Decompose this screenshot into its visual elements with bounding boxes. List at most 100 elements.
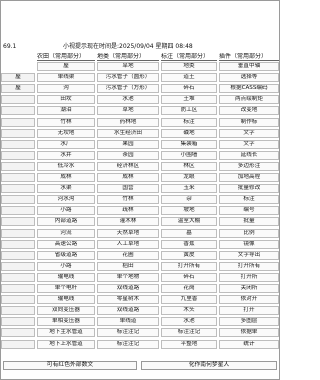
command-button[interactable]: 地下主水管道 [37, 328, 95, 338]
command-button[interactable]: 水生经济田 [97, 128, 159, 138]
tab-land-type[interactable]: 地类（常用部分） [97, 53, 159, 61]
left-stub-button[interactable] [1, 328, 35, 338]
command-button[interactable]: 花岗 [161, 284, 217, 293]
command-button[interactable]: 单相变压器 [37, 317, 95, 327]
left-stub-button[interactable] [1, 195, 35, 205]
command-button[interactable]: 林区 [161, 161, 217, 171]
left-stub-button[interactable] [1, 173, 35, 182]
command-button[interactable]: 关闭所 [219, 284, 279, 293]
command-button[interactable]: 水池 [97, 95, 159, 105]
command-button[interactable]: 单线渠 [37, 73, 95, 83]
command-button[interactable]: 两点绘制矩 [219, 95, 279, 105]
command-button[interactable]: 成林 [37, 173, 95, 182]
command-button[interactable]: 旱地 [97, 62, 159, 71]
command-button[interactable]: 湖泊 [37, 106, 95, 116]
command-button[interactable]: 天然草地 [97, 228, 159, 238]
left-stub-button[interactable] [1, 228, 35, 238]
command-button[interactable]: 镜像 [219, 239, 279, 249]
command-button[interactable]: 香蕉 [161, 239, 217, 249]
command-button[interactable]: 沟 [37, 84, 95, 94]
command-button[interactable]: 标注注记 [97, 328, 159, 338]
left-stub-button[interactable] [1, 272, 35, 282]
command-button[interactable]: 统计 [219, 339, 279, 349]
command-button[interactable]: 批量 [219, 217, 279, 227]
command-button[interactable]: 竹林 [97, 195, 159, 205]
command-button[interactable]: 多边形注 [219, 161, 279, 171]
command-button[interactable]: 垂直中轴 [219, 62, 279, 71]
command-button[interactable]: 标注 [161, 117, 217, 127]
command-button[interactable]: 稻田 [97, 261, 159, 271]
command-button[interactable]: 文字导出 [219, 250, 279, 260]
command-button[interactable]: 制作标 [219, 117, 279, 127]
command-button[interactable]: 屋 [37, 62, 95, 71]
command-button[interactable]: 草地 [97, 106, 159, 116]
command-button[interactable]: 花圃 [97, 250, 159, 260]
command-button[interactable]: 多图层 [219, 317, 279, 327]
command-button[interactable]: 墓 [161, 228, 217, 238]
command-button[interactable]: 标注 [219, 195, 279, 205]
command-button[interactable]: 根据CASS编码 [219, 84, 279, 94]
command-button[interactable]: 内部道路 [37, 217, 95, 227]
left-stub-button[interactable] [1, 95, 35, 105]
command-button[interactable]: 集装箱 [161, 139, 217, 149]
command-button[interactable]: 延线长 [219, 150, 279, 160]
command-button[interactable]: 比例 [219, 228, 279, 238]
left-stub-button[interactable] [1, 161, 35, 171]
left-stub-button[interactable] [1, 106, 35, 116]
command-button[interactable]: 编号 [219, 206, 279, 216]
command-button[interactable]: 打开所 [219, 272, 279, 282]
command-button[interactable]: 九里香 [161, 295, 217, 305]
command-button[interactable]: 双向变压器 [37, 306, 95, 316]
command-button[interactable]: 加地高程 [219, 173, 279, 182]
left-stub-button[interactable] [1, 250, 35, 260]
command-button[interactable]: 木头 [161, 306, 217, 316]
command-button[interactable]: 碱地 [161, 128, 217, 138]
left-stub-button[interactable] [1, 184, 35, 194]
command-button[interactable]: 河水沟 [37, 195, 95, 205]
command-button[interactable]: 小围墙 [161, 150, 217, 160]
command-button[interactable]: 龙眼 [161, 173, 217, 182]
left-stub-button[interactable] [1, 117, 35, 127]
command-button[interactable]: 竹林 [37, 117, 95, 127]
command-button[interactable]: 改变地 [219, 106, 279, 116]
command-button[interactable]: 水井 [37, 150, 95, 160]
left-stub-button[interactable]: 屋 [1, 73, 35, 83]
left-stub-button[interactable] [1, 317, 35, 327]
command-button[interactable]: 河流 [37, 228, 95, 238]
tab-farmland[interactable]: 农田（常用部分） [37, 53, 95, 61]
command-button[interactable]: 茶园 [97, 150, 159, 160]
command-button[interactable]: 单线道 [97, 317, 159, 327]
command-button[interactable]: 经济林区 [97, 161, 159, 171]
command-button[interactable]: 杂 [161, 195, 217, 205]
command-button[interactable]: 省级道路 [37, 250, 95, 260]
left-stub-button[interactable] [1, 339, 35, 349]
command-button[interactable]: 水渠 [37, 184, 95, 194]
left-stub-button[interactable] [1, 139, 35, 149]
command-button[interactable]: 碎石 [161, 84, 217, 94]
command-button[interactable]: 打开 [219, 306, 279, 316]
command-button[interactable]: 黄皮 [161, 250, 217, 260]
left-stub-button[interactable]: 屋 [1, 84, 35, 94]
left-stub-button[interactable] [1, 295, 35, 305]
command-button[interactable]: 碎石 [161, 272, 217, 282]
left-stub-button[interactable] [1, 284, 35, 293]
command-button[interactable]: 防工区 [161, 106, 217, 116]
command-button[interactable]: 单个电杆 [37, 284, 95, 293]
left-stub-button[interactable] [1, 128, 35, 138]
command-button[interactable]: 无坎地 [37, 128, 95, 138]
left-stub-button[interactable] [1, 239, 35, 249]
command-button[interactable]: 选择等 [219, 73, 279, 83]
command-button[interactable]: 温室大棚 [161, 217, 217, 227]
command-button[interactable]: 平整地 [161, 339, 217, 349]
command-button[interactable]: 果园 [97, 139, 159, 149]
tab-annotation[interactable]: 标注（常用部分） [161, 53, 217, 61]
left-stub-button[interactable] [1, 206, 35, 216]
command-button[interactable]: 批量修改 [219, 184, 279, 194]
command-button[interactable]: 双线道路 [97, 306, 159, 316]
left-stub-button[interactable] [1, 261, 35, 271]
command-button[interactable]: 田坎 [37, 95, 95, 105]
command-button[interactable]: 打开所有 [219, 261, 279, 271]
command-button[interactable]: 地类 [161, 62, 217, 71]
command-button[interactable]: 输电线 [37, 295, 95, 305]
command-button[interactable]: 文字 [219, 139, 279, 149]
